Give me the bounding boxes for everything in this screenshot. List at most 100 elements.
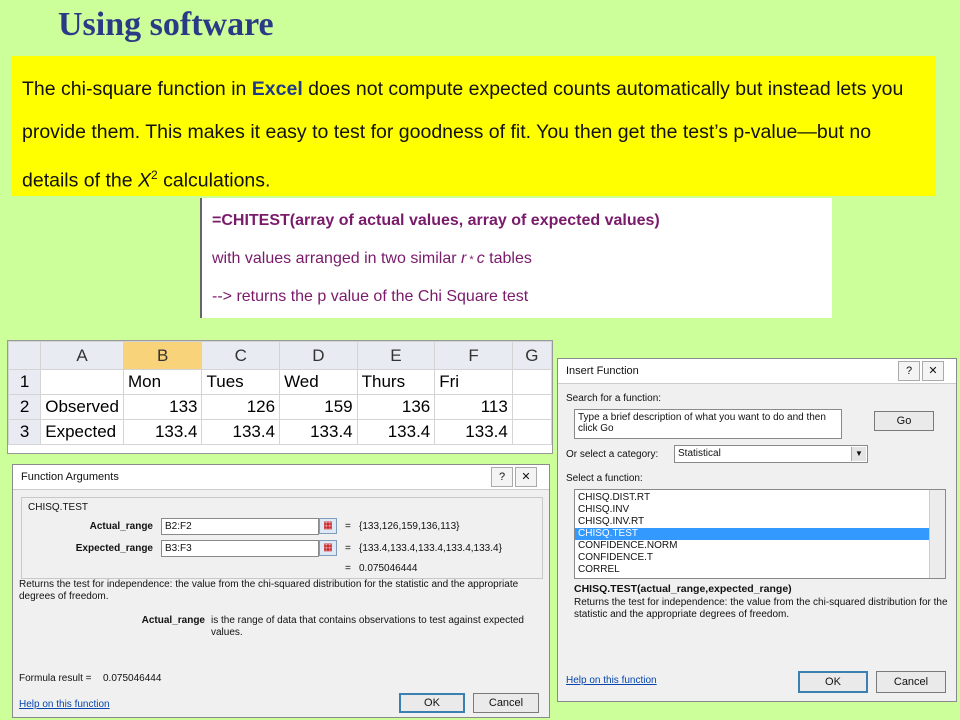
function-arguments-titlebar: Function Arguments ? ✕ [13,465,549,490]
arg-name: Actual_range [141,615,205,626]
category-select[interactable]: Statistical ▼ [674,445,868,463]
function-item-chisq-inv-rt[interactable]: CHISQ.INV.RT [575,516,945,528]
category-label: Or select a category: [566,449,659,460]
ok-button[interactable]: OK [399,693,465,713]
actual-range-input[interactable]: B2:F2 [161,518,319,535]
function-signature: CHISQ.TEST(actual_range,expected_range) [574,583,792,595]
cell-a2[interactable]: Observed [40,394,124,420]
formula-line-2b: tables [484,250,532,267]
range-picker-icon[interactable]: ▦ [319,540,337,556]
formula-line-3: --> returns the p value of the Chi Squar… [212,288,529,305]
cell-b2[interactable]: 133 [122,394,203,420]
cell-b3[interactable]: 133.4 [122,419,203,445]
actual-result: {133,126,159,136,113} [359,521,460,532]
cell-d1[interactable]: Wed [279,369,358,395]
cell-g2[interactable] [511,394,552,420]
cell-c1[interactable]: Tues [201,369,281,395]
col-header-b[interactable]: B [122,341,203,370]
expected-range-label: Expected_range [75,543,153,554]
col-header-c[interactable]: C [201,341,281,370]
result-equals: = [345,563,351,574]
formula-line-1: =CHITEST(array of actual values, array o… [212,212,660,229]
group-title: CHISQ.TEST [28,502,89,513]
help-link[interactable]: Help on this function [566,675,657,686]
function-description: Returns the test for independence: the v… [19,579,519,602]
function-item-chisq-dist-rt[interactable]: CHISQ.DIST.RT [575,492,945,504]
expected-result: {133.4,133.4,133.4,133.4,133.4} [359,543,502,554]
formula-result-value: 0.075046444 [103,673,162,684]
help-link[interactable]: Help on this function [19,699,110,710]
function-item-chisq-inv[interactable]: CHISQ.INV [575,504,945,516]
insert-function-titlebar: Insert Function ? ✕ [558,359,956,384]
col-header-d[interactable]: D [279,341,358,370]
cell-c2[interactable]: 126 [201,394,281,420]
formula-box: =CHITEST(array of actual values, array o… [200,198,832,318]
cell-g3[interactable] [511,419,552,445]
arg-description: is the range of data that contains obser… [211,615,524,638]
function-list[interactable]: CHISQ.DIST.RT CHISQ.INV CHISQ.INV.RT CHI… [574,489,946,579]
result-value: 0.075046444 [359,563,418,574]
function-description: Returns the test for independence: the v… [574,597,948,620]
col-header-f[interactable]: F [434,341,513,370]
function-arguments-dialog: Function Arguments ? ✕ CHISQ.TEST Actual… [12,464,550,718]
intro-text-3: calculations. [157,169,271,192]
function-item-confidence-t[interactable]: CONFIDENCE.T [575,552,945,564]
cell-e1[interactable]: Thurs [356,369,436,395]
cell-b1[interactable]: Mon [122,369,203,395]
cell-d3[interactable]: 133.4 [279,419,358,445]
formula-c: c [476,250,485,267]
slide-title: Using software [58,6,274,43]
cell-e2[interactable]: 136 [356,394,436,420]
expected-range-input[interactable]: B3:F3 [161,540,319,557]
row-header-1[interactable]: 1 [8,369,42,395]
intro-excel: Excel [251,78,303,100]
intro-sup: 2 [151,168,158,182]
cell-g1[interactable] [511,369,552,395]
formula-result-label: Formula result = [19,673,92,684]
row-header-2[interactable]: 2 [8,394,42,420]
intro-box: The chi-square function in Excel does no… [12,56,936,196]
function-arguments-title: Function Arguments [21,471,119,483]
cell-f3[interactable]: 133.4 [434,419,513,445]
select-function-label: Select a function: [566,473,643,484]
ok-button[interactable]: OK [798,671,868,693]
close-icon[interactable]: ✕ [515,467,537,487]
cell-c3[interactable]: 133.4 [201,419,281,445]
category-value: Statistical [678,448,721,459]
go-button[interactable]: Go [874,411,934,431]
cell-f2[interactable]: 113 [434,394,513,420]
spreadsheet-grid[interactable]: A B C D E F G 1 Mon Tues Wed Thurs Fri 2… [8,341,552,445]
col-header-e[interactable]: E [356,341,436,370]
search-input[interactable]: Type a brief description of what you wan… [574,409,842,439]
corner-cell[interactable] [8,341,42,370]
actual-range-label: Actual_range [89,521,153,532]
chevron-down-icon[interactable]: ▼ [851,447,866,461]
function-item-chisq-test[interactable]: CHISQ.TEST [575,528,945,540]
range-picker-icon[interactable]: ▦ [319,518,337,534]
cell-a1[interactable] [40,369,124,395]
intro-text-1: The chi-square function in [22,78,252,100]
formula-star: * [466,254,477,266]
function-item-confidence-norm[interactable]: CONFIDENCE.NORM [575,540,945,552]
cancel-button[interactable]: Cancel [473,693,539,713]
insert-function-dialog: Insert Function ? ✕ Search for a functio… [557,358,957,702]
col-header-a[interactable]: A [40,341,124,370]
function-item-correl[interactable]: CORREL [575,564,945,576]
cell-a3[interactable]: Expected [40,419,124,445]
cell-d2[interactable]: 159 [279,394,358,420]
formula-line-2: with values arranged in two similar r * … [212,244,822,282]
function-list-scrollbar[interactable] [929,490,945,578]
cell-e3[interactable]: 133.4 [356,419,436,445]
formula-line-2a: with values arranged in two similar [212,250,461,267]
cancel-button[interactable]: Cancel [876,671,946,693]
search-label: Search for a function: [566,393,662,404]
help-icon[interactable]: ? [898,361,920,381]
col-header-g[interactable]: G [511,341,552,370]
cell-f1[interactable]: Fri [434,369,513,395]
close-icon[interactable]: ✕ [922,361,944,381]
actual-equals: = [345,521,351,532]
help-icon[interactable]: ? [491,467,513,487]
arguments-group: CHISQ.TEST [21,497,543,579]
spreadsheet[interactable]: A B C D E F G 1 Mon Tues Wed Thurs Fri 2… [7,340,553,454]
row-header-3[interactable]: 3 [8,419,42,445]
